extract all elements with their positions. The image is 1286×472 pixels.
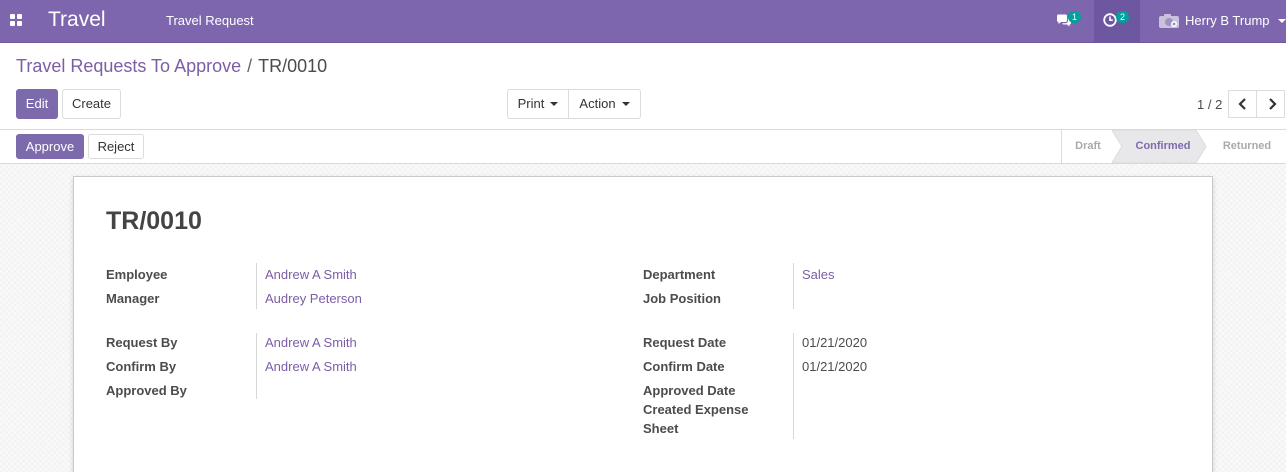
manager-label: Manager — [106, 291, 160, 306]
chevron-down-icon — [1278, 19, 1286, 23]
caret-down-icon — [550, 101, 559, 106]
top-navbar: Travel Travel Request 1 2 Herry B Trump — [0, 0, 1286, 43]
breadcrumb-parent-link[interactable]: Travel Requests To Approve — [16, 56, 241, 76]
statusbar: Approve Reject Draft Confirmed Returned — [0, 129, 1286, 164]
divider — [793, 333, 794, 439]
apps-menu-icon[interactable] — [10, 14, 22, 26]
chevron-right-icon — [1269, 98, 1277, 110]
confirm-date-value: 01/21/2020 — [802, 359, 868, 374]
action-label: Action — [579, 96, 616, 111]
stage-returned[interactable]: Returned — [1208, 130, 1286, 163]
job-position-label: Job Position — [643, 291, 721, 306]
breadcrumb-separator: / — [247, 56, 253, 76]
previous-record-button[interactable] — [1228, 90, 1257, 118]
employee-label: Employee — [106, 267, 168, 282]
user-name: Herry B Trump — [1185, 13, 1270, 28]
divider — [256, 263, 257, 309]
created-expense-sheet-label-cont: Sheet — [643, 421, 679, 436]
stage-pipeline: Draft Confirmed Returned — [1061, 130, 1271, 163]
messages-button[interactable]: 1 — [1052, 10, 1092, 32]
request-by-value[interactable]: Andrew A Smith — [265, 333, 357, 352]
form-sheet: TR/0010 Employee Manager Andrew A Smith … — [73, 176, 1213, 472]
approved-date-label: Approved Date — [643, 383, 736, 398]
clock-icon — [1103, 13, 1117, 27]
action-dropdown[interactable]: Action — [568, 89, 641, 119]
create-button[interactable]: Create — [62, 89, 121, 119]
breadcrumb-current: TR/0010 — [258, 56, 328, 76]
confirm-date-label: Confirm Date — [643, 359, 725, 374]
menu-travel-request[interactable]: Travel Request — [166, 13, 254, 28]
request-by-label: Request By — [106, 335, 178, 350]
request-date-label: Request Date — [643, 335, 727, 350]
request-date-value: 01/21/2020 — [802, 335, 868, 350]
department-value[interactable]: Sales — [802, 265, 835, 284]
print-label: Print — [517, 96, 545, 111]
print-dropdown[interactable]: Print — [507, 89, 569, 119]
confirm-by-label: Confirm By — [106, 359, 177, 374]
edit-button[interactable]: Edit — [16, 89, 58, 119]
department-label: Department — [643, 267, 716, 282]
activities-badge: 2 — [1116, 11, 1130, 23]
divider — [256, 333, 257, 399]
confirm-by-value[interactable]: Andrew A Smith — [265, 357, 357, 376]
next-record-button[interactable] — [1256, 90, 1285, 118]
reject-button[interactable]: Reject — [88, 134, 144, 159]
breadcrumb: Travel Requests To Approve / TR/0010 — [16, 56, 327, 77]
record-title: TR/0010 — [106, 207, 202, 235]
manager-value[interactable]: Audrey Peterson — [265, 289, 362, 308]
stage-draft[interactable]: Draft — [1062, 130, 1114, 163]
chevron-left-icon — [1238, 98, 1246, 110]
avatar-camera-icon — [1159, 14, 1179, 28]
activities-button[interactable]: 2 — [1094, 0, 1140, 43]
approved-by-label: Approved By — [106, 383, 187, 398]
caret-down-icon — [621, 101, 630, 106]
approve-button[interactable]: Approve — [16, 134, 84, 159]
divider — [793, 263, 794, 309]
employee-value[interactable]: Andrew A Smith — [265, 265, 357, 284]
stage-confirmed[interactable]: Confirmed — [1122, 130, 1204, 163]
created-expense-sheet-label: Created Expense — [643, 402, 749, 417]
messages-badge: 1 — [1068, 11, 1082, 23]
pager-value[interactable]: 1 / 2 — [1197, 97, 1222, 112]
app-name[interactable]: Travel — [48, 8, 106, 32]
